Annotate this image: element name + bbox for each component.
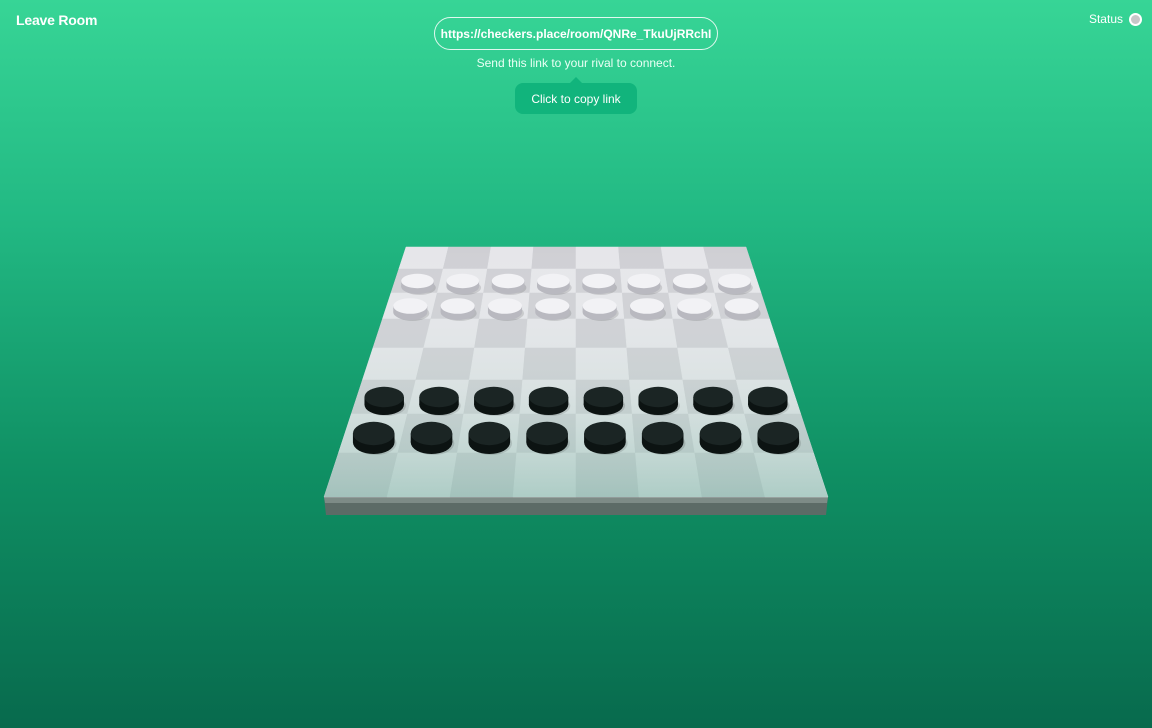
white-checker-piece[interactable] [672, 273, 708, 295]
black-checker-piece[interactable] [410, 421, 455, 455]
white-checker-piece[interactable] [718, 273, 753, 295]
board-shade [324, 247, 828, 497]
black-checker-piece[interactable] [757, 421, 802, 455]
black-checker-piece[interactable] [584, 421, 628, 455]
black-checker-piece[interactable] [699, 421, 744, 455]
black-checker-piece[interactable] [474, 386, 516, 416]
black-checker-piece[interactable] [352, 421, 397, 455]
white-checker-piece[interactable] [440, 298, 477, 322]
black-checker-piece[interactable] [468, 421, 513, 455]
checkers-board[interactable] [0, 0, 1152, 728]
board-side-highlight [324, 497, 828, 503]
board-edge [324, 497, 828, 515]
white-checker-piece[interactable] [487, 298, 525, 322]
white-checker-piece[interactable] [677, 298, 714, 322]
black-checker-piece[interactable] [638, 386, 680, 416]
black-checker-piece[interactable] [419, 386, 461, 416]
board-shading [324, 247, 828, 497]
white-checker-piece[interactable] [724, 298, 761, 322]
black-checker-piece[interactable] [528, 386, 571, 416]
white-checker-piece[interactable] [627, 273, 663, 295]
white-checker-piece[interactable] [491, 273, 527, 295]
white-checker-piece[interactable] [582, 273, 617, 295]
white-checker-piece[interactable] [582, 298, 619, 322]
black-checker-piece[interactable] [583, 386, 626, 416]
white-checker-piece[interactable] [446, 273, 482, 295]
black-checker-piece[interactable] [748, 386, 790, 416]
white-checker-piece[interactable] [535, 298, 572, 322]
black-checker-piece[interactable] [526, 421, 570, 455]
black-checker-piece[interactable] [641, 421, 686, 455]
white-checker-piece[interactable] [537, 273, 572, 295]
black-checker-piece[interactable] [364, 386, 406, 416]
white-checker-piece[interactable] [393, 298, 430, 322]
white-checker-piece[interactable] [629, 298, 667, 322]
white-checker-piece[interactable] [401, 273, 436, 295]
black-checker-piece[interactable] [693, 386, 735, 416]
